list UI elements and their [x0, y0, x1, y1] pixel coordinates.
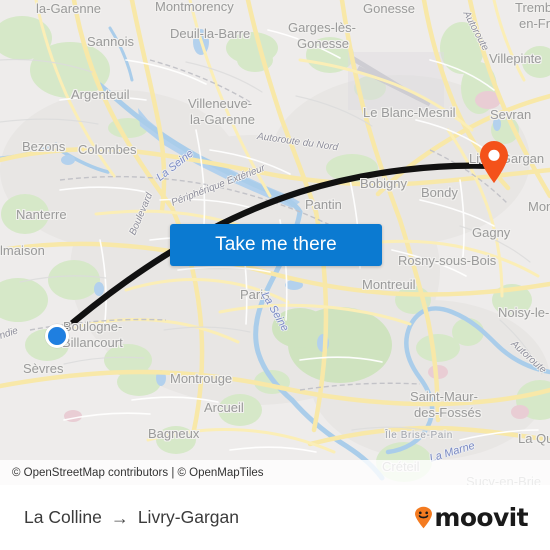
take-me-there-button[interactable]: Take me there [170, 224, 382, 266]
destination-marker[interactable] [478, 140, 510, 184]
route-summary: La Colline → Livry-Gargan [24, 507, 239, 528]
origin-marker[interactable] [45, 324, 69, 348]
moovit-logo[interactable]: moovit [414, 503, 529, 532]
attribution-text[interactable]: © OpenStreetMap contributors | © OpenMap… [12, 467, 264, 479]
moovit-pin-icon [414, 506, 433, 529]
moovit-wordmark: moovit [434, 503, 528, 532]
route-origin-label: La Colline [24, 507, 102, 527]
map-attribution: © OpenStreetMap contributors | © OpenMap… [0, 460, 550, 485]
footer-bar: La Colline → Livry-Gargan moovit [0, 485, 550, 550]
arrow-right-icon: → [110, 507, 129, 528]
route-destination-label: Livry-Gargan [137, 507, 239, 527]
map-canvas[interactable]: .bg { fill:#eeeceb; } .urban { fill:#e8e… [0, 0, 550, 485]
map-pin-icon [480, 141, 508, 183]
map-screen: .bg { fill:#eeeceb; } .urban { fill:#e8e… [0, 0, 550, 550]
